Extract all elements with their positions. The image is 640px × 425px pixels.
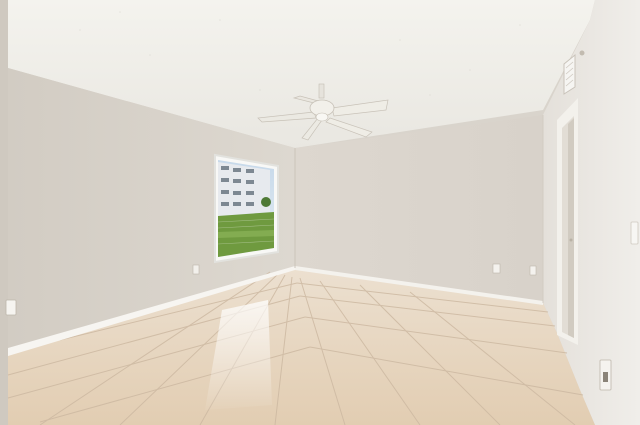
fan-downrod (318, 83, 325, 99)
window (214, 153, 279, 264)
outlet-back-wall (492, 263, 501, 274)
left-edge-frame (0, 0, 8, 425)
doorway (557, 98, 578, 345)
outlet-left-wall-2 (192, 264, 200, 275)
outlet-back-wall-2 (529, 265, 537, 276)
door-handle (569, 238, 573, 242)
room-scene (0, 0, 640, 425)
wall-fixture (579, 50, 585, 56)
wall-switch (630, 221, 639, 245)
window-building (218, 162, 270, 216)
outlet-left-wall (5, 299, 17, 316)
fan-light (315, 112, 329, 122)
window-tree (261, 197, 271, 207)
